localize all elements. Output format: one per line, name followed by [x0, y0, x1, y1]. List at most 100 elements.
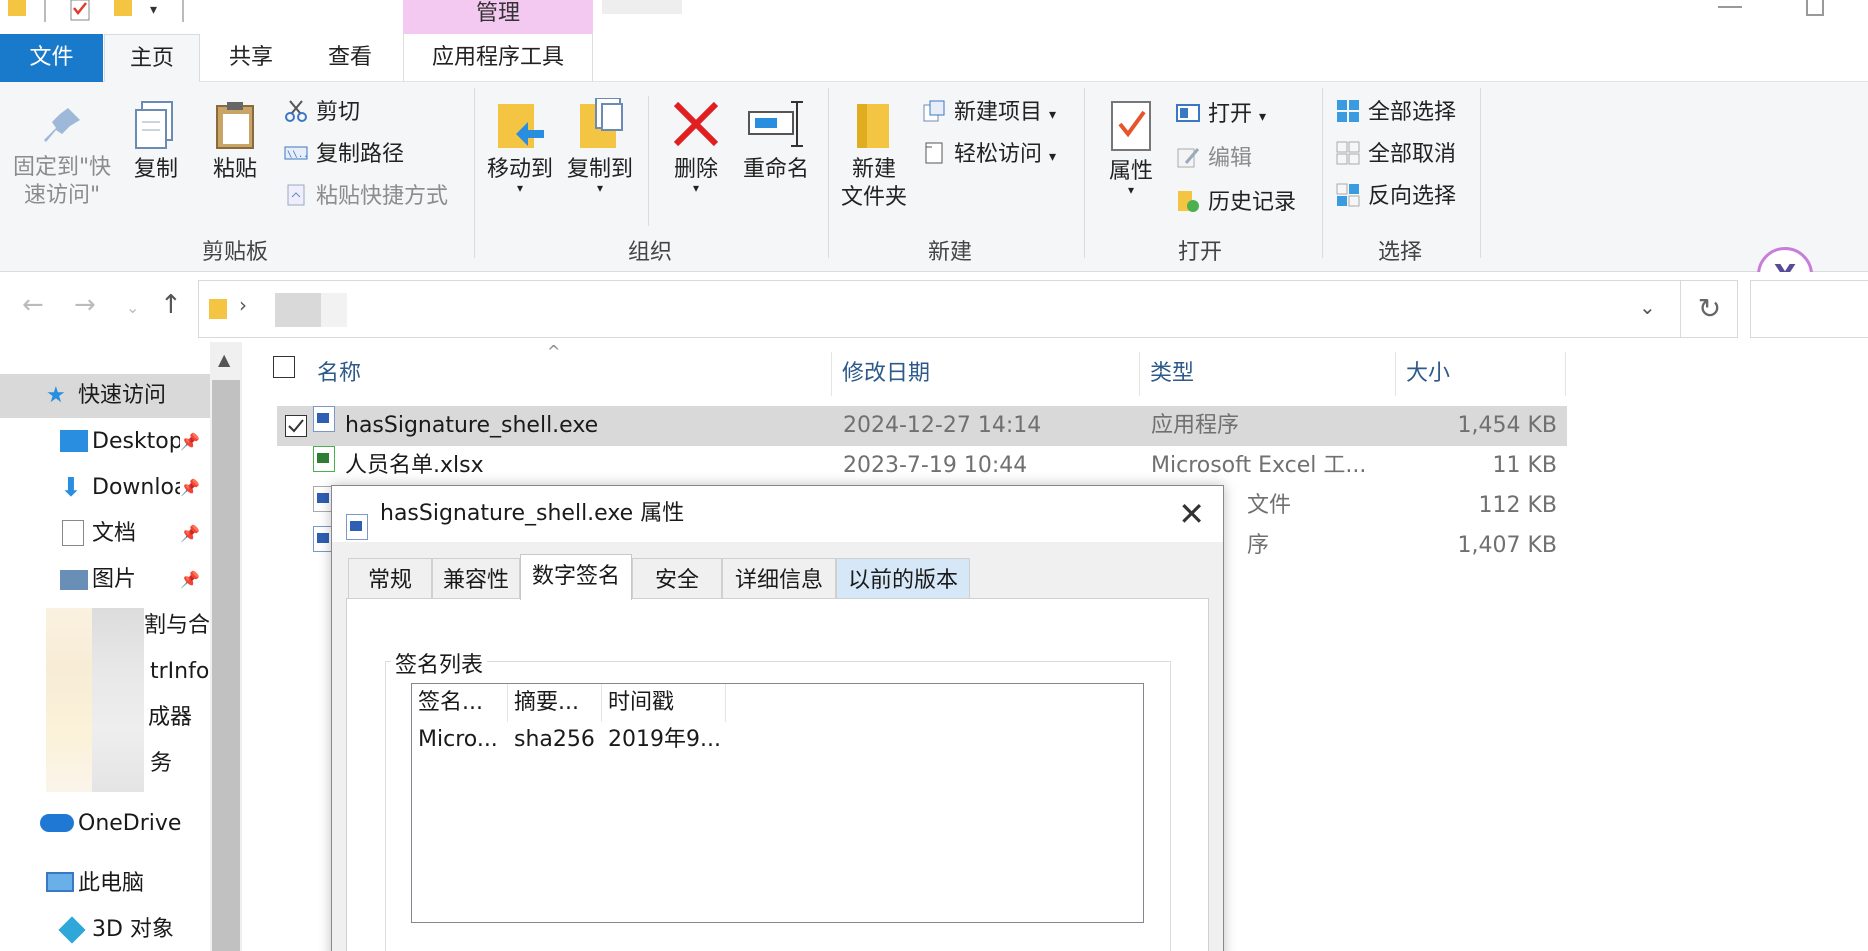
- nav-onedrive[interactable]: OneDrive: [0, 802, 210, 846]
- minimize-icon[interactable]: [1718, 6, 1742, 8]
- manage-contextual-tab[interactable]: 管理: [403, 0, 593, 34]
- invert-selection-button[interactable]: 反向选择: [1336, 182, 1456, 212]
- table-row[interactable]: 人员名单.xlsx 2023-7-19 10:44 Microsoft Exce…: [277, 446, 1567, 486]
- paste-icon: [216, 102, 254, 149]
- rename-button[interactable]: 重命名: [736, 98, 816, 184]
- open-button[interactable]: 打开 ▾: [1176, 100, 1266, 132]
- digital-signatures-panel: 签名列表 签名... 摘要... 时间戳 Micro... sha256 201…: [346, 598, 1209, 951]
- new-item-dropdown-icon: ▾: [1049, 107, 1057, 123]
- search-input[interactable]: [1750, 280, 1868, 338]
- select-all-checkbox[interactable]: [273, 356, 295, 378]
- new-folder-icon[interactable]: [112, 0, 134, 22]
- nav-pinned-item-1[interactable]: 割与合: [144, 604, 210, 648]
- nav-quick-access-label: 快速访问: [78, 383, 167, 408]
- delete-dropdown-icon: ▾: [692, 181, 700, 195]
- folder-icon[interactable]: [6, 0, 28, 22]
- signature-list[interactable]: 签名... 摘要... 时间戳 Micro... sha256 2019年9..…: [411, 683, 1144, 923]
- customize-dropdown-icon[interactable]: ▾: [150, 2, 172, 24]
- file-type: 文件: [1247, 493, 1292, 518]
- tab-share[interactable]: 共享: [206, 34, 296, 82]
- select-none-button[interactable]: 全部取消: [1336, 140, 1456, 170]
- edit-label: 编辑: [1208, 146, 1253, 171]
- move-to-button[interactable]: 移动到 ▾: [482, 98, 558, 194]
- star-icon: ★: [46, 383, 66, 408]
- breadcrumb-segment[interactable]: [275, 293, 321, 327]
- group-divider: [1480, 88, 1481, 258]
- cloud-icon: [40, 814, 74, 832]
- up-arrow-icon[interactable]: ↑: [160, 290, 182, 320]
- pin-to-quick-access-button[interactable]: 固定到"快 速访问": [6, 104, 118, 210]
- delete-button[interactable]: 删除 ▾: [664, 98, 728, 195]
- tab-home[interactable]: 主页: [104, 34, 200, 82]
- history-button[interactable]: 历史记录: [1176, 188, 1296, 218]
- nav-3d-objects[interactable]: 3D 对象: [0, 908, 210, 951]
- cut-button[interactable]: 剪切: [284, 98, 360, 128]
- column-header-type[interactable]: 类型: [1140, 352, 1396, 396]
- nav-onedrive-label: OneDrive: [78, 811, 182, 836]
- paste-button[interactable]: 粘贴: [200, 100, 270, 184]
- copy-button[interactable]: 复制: [122, 100, 190, 184]
- tab-previous-versions[interactable]: 以前的版本: [836, 558, 970, 598]
- file-size: 1,454 KB: [1457, 413, 1558, 438]
- easy-access-button[interactable]: 轻松访问 ▾: [922, 140, 1056, 172]
- column-header-size[interactable]: 大小: [1396, 352, 1566, 396]
- copy-to-button[interactable]: 复制到 ▾: [562, 98, 638, 194]
- signature-timestamp[interactable]: 2019年9...: [602, 722, 721, 758]
- file-modified: 2023-7-19 10:44: [843, 453, 1028, 478]
- tab-compatibility[interactable]: 兼容性: [432, 558, 520, 598]
- properties-button[interactable]: 属性 ▾: [1096, 100, 1166, 196]
- nav-this-pc[interactable]: 此电脑: [0, 862, 210, 906]
- maximize-icon[interactable]: [1806, 0, 1824, 16]
- recent-locations-chevron-icon[interactable]: ⌄: [126, 298, 139, 317]
- tab-general[interactable]: 常规: [348, 558, 432, 598]
- nav-scrollbar[interactable]: ▲: [210, 342, 242, 951]
- row-checkbox[interactable]: [285, 415, 307, 437]
- back-arrow-icon[interactable]: ←: [22, 290, 44, 320]
- refresh-icon[interactable]: ↻: [1680, 280, 1738, 338]
- column-header-name[interactable]: 名称: [307, 352, 832, 396]
- nav-pictures[interactable]: 图片 📌: [0, 558, 210, 602]
- signature-signer[interactable]: Micro...: [412, 722, 498, 758]
- tab-details[interactable]: 详细信息: [722, 558, 836, 598]
- tab-file[interactable]: 文件: [0, 34, 103, 82]
- tab-security[interactable]: 安全: [632, 558, 722, 598]
- address-dropdown-icon[interactable]: ⌄: [1639, 295, 1656, 319]
- signature-digest[interactable]: sha256: [508, 722, 595, 758]
- nav-documents[interactable]: 文档 📌: [0, 512, 210, 556]
- open-group-label: 打开: [1177, 240, 1222, 265]
- copy-path-button[interactable]: \\.. 复制路径: [284, 140, 404, 170]
- tab-view[interactable]: 查看: [302, 34, 398, 82]
- nav-quick-access[interactable]: ★ 快速访问: [0, 374, 210, 418]
- scroll-up-icon[interactable]: ▲: [218, 350, 230, 369]
- nav-desktop[interactable]: Desktop 📌: [0, 420, 210, 464]
- column-header-modified[interactable]: 修改日期: [832, 352, 1140, 396]
- dialog-title: hasSignature_shell.exe 属性: [380, 501, 685, 526]
- nav-pinned-item-2[interactable]: trInfo: [150, 650, 210, 694]
- close-icon[interactable]: ✕: [1178, 486, 1205, 542]
- paste-shortcut-button[interactable]: 粘贴快捷方式: [284, 182, 448, 212]
- list-header-signer[interactable]: 签名...: [412, 684, 508, 722]
- clipboard-group-label: 剪贴板: [201, 240, 268, 265]
- list-header-timestamp[interactable]: 时间戳: [602, 684, 726, 722]
- forward-arrow-icon[interactable]: →: [74, 290, 96, 320]
- edit-button[interactable]: 编辑: [1176, 144, 1252, 174]
- nav-pinned-item-4[interactable]: 务: [150, 742, 210, 786]
- address-box[interactable]: › ⌄: [198, 280, 1738, 338]
- dialog-titlebar[interactable]: hasSignature_shell.exe 属性 ✕: [332, 486, 1223, 542]
- nav-downloads[interactable]: ⬇ Downloa 📌: [0, 466, 210, 510]
- download-arrow-icon: ⬇: [60, 473, 82, 503]
- nav-pinned-item-3[interactable]: 成器: [148, 696, 210, 740]
- new-item-icon: [922, 99, 946, 123]
- table-row[interactable]: hasSignature_shell.exe 2024-12-27 14:14 …: [277, 406, 1567, 446]
- tab-digital-signatures[interactable]: 数字签名: [520, 554, 632, 600]
- list-header-digest[interactable]: 摘要...: [508, 684, 602, 722]
- group-divider: [828, 88, 829, 258]
- scrollbar-thumb[interactable]: [212, 380, 240, 951]
- properties-check-icon[interactable]: [70, 0, 92, 22]
- pin-icon: 📌: [180, 432, 200, 451]
- tab-app-tools[interactable]: 应用程序工具: [403, 34, 593, 82]
- new-folder-button[interactable]: 新建 文件夹: [836, 100, 912, 212]
- new-item-button[interactable]: 新建项目 ▾: [922, 98, 1056, 130]
- select-all-button[interactable]: 全部选择: [1336, 98, 1456, 128]
- file-name: 人员名单.xlsx: [345, 453, 484, 478]
